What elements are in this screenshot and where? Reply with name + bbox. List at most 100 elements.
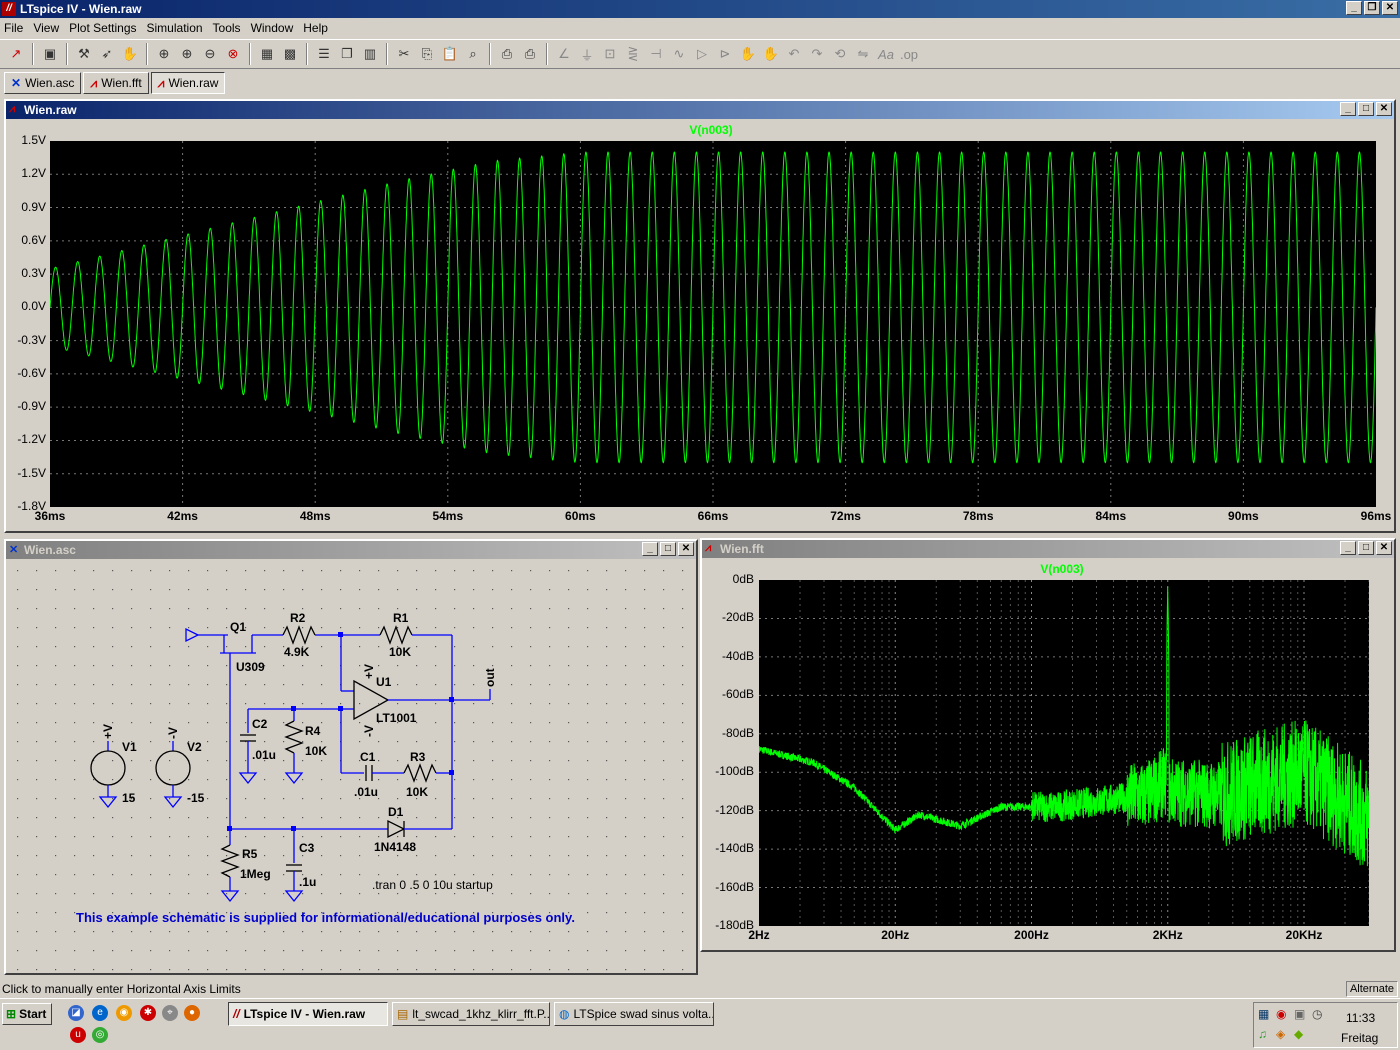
y-tick-label[interactable]: -0.9V <box>6 399 46 413</box>
quicklaunch-app-icon[interactable]: ◉ <box>116 1005 132 1021</box>
diode-icon[interactable]: ▷ <box>692 44 712 64</box>
close-button[interactable]: ✕ <box>1382 1 1398 15</box>
start-button[interactable]: ⊞ Start <box>2 1003 52 1025</box>
tab-wien-asc[interactable]: ✕ Wien.asc <box>4 72 82 94</box>
menu-help[interactable]: Help <box>303 21 328 35</box>
asc-window-titlebar[interactable]: ✕ Wien.asc _ □ ✕ <box>6 541 696 559</box>
schematic-notice[interactable]: This example schematic is supplied for i… <box>76 910 575 925</box>
r4-value[interactable]: 10K <box>305 744 327 758</box>
quicklaunch-mouse-icon[interactable]: ⌖ <box>162 1005 178 1021</box>
trace-label[interactable]: V(n003) <box>656 123 766 137</box>
series-v-n003-fft[interactable] <box>759 586 1369 867</box>
print-setup-icon[interactable]: ⎙ <box>497 44 517 64</box>
component-icon[interactable]: ⊳ <box>715 44 735 64</box>
x-tick-label[interactable]: 42ms <box>153 509 213 523</box>
r1-label[interactable]: R1 <box>393 611 409 625</box>
tray-network-icon[interactable]: ▦ <box>1258 1007 1269 1021</box>
minimize-button[interactable]: _ <box>1340 541 1356 555</box>
find-icon[interactable]: ⌕ <box>463 44 483 64</box>
close-button[interactable]: ✕ <box>1376 541 1392 555</box>
y-tick-label[interactable]: -1.2V <box>6 432 46 446</box>
d1-label[interactable]: D1 <box>388 805 404 819</box>
c1-label[interactable]: C1 <box>360 750 376 764</box>
close-button[interactable]: ✕ <box>1376 102 1392 116</box>
save-icon[interactable]: ▣ <box>40 44 60 64</box>
schematic-canvas[interactable]: Q1 U309 R2 4.9K R1 10K U1 LT1001 +V -V o… <box>8 561 694 971</box>
y-tick-label[interactable]: 0.9V <box>6 200 46 214</box>
autorange-icon[interactable]: ▦ <box>257 44 277 64</box>
tray-nvidia-icon[interactable]: ◆ <box>1294 1027 1303 1041</box>
restore-button[interactable]: ❐ <box>1364 1 1380 15</box>
v2-value[interactable]: -15 <box>187 791 205 805</box>
y-tick-label[interactable]: -0.3V <box>6 333 46 347</box>
clock-time[interactable]: 11:33 <box>1346 1011 1375 1025</box>
quicklaunch-firefox-icon[interactable]: ● <box>184 1005 200 1021</box>
out-label[interactable]: out <box>483 668 497 687</box>
trace-label[interactable]: V(n003) <box>1007 562 1117 576</box>
inductor-icon[interactable]: ∿ <box>669 44 689 64</box>
tray-app-icon[interactable]: ◈ <box>1276 1027 1285 1041</box>
print-icon[interactable]: ⎙ <box>520 44 540 64</box>
r2-label[interactable]: R2 <box>290 611 306 625</box>
resistor-icon[interactable]: ⋛ <box>623 44 643 64</box>
menu-window[interactable]: Window <box>251 21 294 35</box>
fft-window-titlebar[interactable]: ⩘ Wien.fft _ □ ✕ <box>702 540 1394 558</box>
v1-value[interactable]: 15 <box>122 791 136 805</box>
close-button[interactable]: ✕ <box>678 542 694 556</box>
quicklaunch-chrome-icon[interactable]: ◎ <box>92 1027 108 1043</box>
drag-icon[interactable]: ✋ <box>761 44 781 64</box>
y-tick-label[interactable]: 0dB <box>706 572 754 586</box>
minimize-button[interactable]: _ <box>1346 1 1362 15</box>
maximize-button[interactable]: □ <box>1358 102 1374 116</box>
y-tick-label[interactable]: -20dB <box>706 610 754 624</box>
y-tick-label[interactable]: -120dB <box>706 803 754 817</box>
c2-value[interactable]: .01u <box>252 748 276 762</box>
y-tick-label[interactable]: 0.6V <box>6 233 46 247</box>
undo-icon[interactable]: ↶ <box>784 44 804 64</box>
c2-label[interactable]: C2 <box>252 717 268 731</box>
cascade-icon[interactable]: ❐ <box>337 44 357 64</box>
menu-view[interactable]: View <box>33 21 59 35</box>
x-tick-label[interactable]: 96ms <box>1346 509 1400 523</box>
capacitor-icon[interactable]: ⊣ <box>646 44 666 64</box>
transient-plot-area[interactable] <box>50 141 1376 507</box>
y-tick-label[interactable]: -100dB <box>706 764 754 778</box>
x-tick-label[interactable]: 2Hz <box>729 928 789 942</box>
fft-plot-area[interactable] <box>759 580 1369 926</box>
menu-file[interactable]: File <box>4 21 23 35</box>
menu-plot-settings[interactable]: Plot Settings <box>69 21 136 35</box>
label-icon[interactable]: ⊡ <box>600 44 620 64</box>
tile-vertical-icon[interactable]: ▥ <box>360 44 380 64</box>
x-tick-label[interactable]: 60ms <box>550 509 610 523</box>
q1-label[interactable]: Q1 <box>230 620 246 634</box>
x-tick-label[interactable]: 20KHz <box>1274 928 1334 942</box>
tab-wien-raw[interactable]: ⩘ Wien.raw <box>150 72 226 94</box>
wire-icon[interactable]: ∠ <box>554 44 574 64</box>
r3-label[interactable]: R3 <box>410 750 426 764</box>
quicklaunch-ie-icon[interactable]: e <box>92 1005 108 1021</box>
x-tick-label[interactable]: 84ms <box>1081 509 1141 523</box>
run-icon[interactable]: ➶ <box>97 44 117 64</box>
y-tick-label[interactable]: -1.5V <box>6 466 46 480</box>
u1-model[interactable]: LT1001 <box>376 711 417 725</box>
measure-icon[interactable]: ▩ <box>280 44 300 64</box>
tray-display-icon[interactable]: ▣ <box>1294 1007 1305 1021</box>
tray-clock-icon[interactable]: ◷ <box>1312 1007 1322 1021</box>
spice-directive[interactable]: .tran 0 .5 0 10u startup <box>372 878 493 892</box>
text-icon[interactable]: Aa <box>876 44 896 64</box>
u1-label[interactable]: U1 <box>376 675 392 689</box>
maximize-button[interactable]: □ <box>1358 541 1374 555</box>
x-tick-label[interactable]: 72ms <box>816 509 876 523</box>
r4-label[interactable]: R4 <box>305 724 321 738</box>
x-tick-label[interactable]: 66ms <box>683 509 743 523</box>
zoom-in-icon[interactable]: ⊕ <box>177 44 197 64</box>
x-tick-label[interactable]: 36ms <box>20 509 80 523</box>
quicklaunch-desktop-icon[interactable]: ◪ <box>68 1005 84 1021</box>
ground-icon[interactable]: ⏚ <box>577 44 597 64</box>
y-tick-label[interactable]: 0.3V <box>6 266 46 280</box>
tray-security-icon[interactable]: ◉ <box>1276 1007 1286 1021</box>
move-icon[interactable]: ✋ <box>738 44 758 64</box>
redo-icon[interactable]: ↷ <box>807 44 827 64</box>
task-pdf[interactable]: ▤ lt_swcad_1khz_klirr_fft.P... <box>392 1002 550 1026</box>
ltspice-app-icon[interactable]: // <box>2 2 16 16</box>
